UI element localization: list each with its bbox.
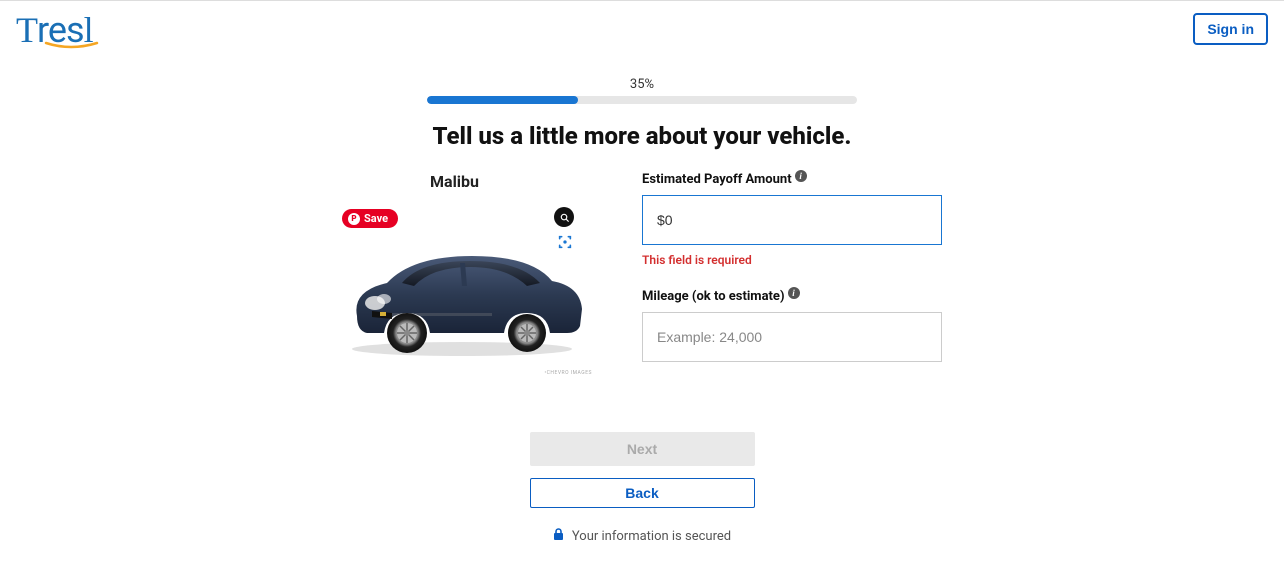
info-icon[interactable]: i	[788, 287, 800, 299]
lock-icon	[553, 528, 564, 545]
image-search-icon[interactable]	[554, 207, 574, 227]
image-watermark: •CHEVRO IMAGES	[544, 370, 592, 376]
main-content: 35% Tell us a little more about your veh…	[212, 77, 1072, 545]
signin-button[interactable]: Sign in	[1193, 13, 1268, 45]
page-heading: Tell us a little more about your vehicle…	[212, 122, 1072, 150]
vehicle-column: Malibu P Save	[342, 172, 592, 384]
mileage-input[interactable]	[642, 312, 942, 362]
vehicle-image	[332, 241, 592, 361]
secure-text: Your information is secured	[572, 529, 731, 544]
vehicle-name: Malibu	[430, 172, 592, 191]
nav-buttons: Next Back	[212, 432, 1072, 508]
progress-label: 35%	[212, 77, 1072, 92]
back-button[interactable]: Back	[530, 478, 755, 508]
next-button[interactable]: Next	[530, 432, 755, 466]
header: Tresl Sign in	[0, 0, 1284, 57]
vehicle-image-wrap: P Save	[342, 201, 592, 376]
progress-fill	[427, 96, 578, 104]
secure-row: Your information is secured	[212, 528, 1072, 545]
pinterest-icon: P	[348, 213, 360, 225]
mileage-field-block: Mileage (ok to estimate) i	[642, 289, 942, 362]
progress-bar	[427, 96, 857, 104]
payoff-error: This field is required	[642, 253, 942, 267]
save-label: Save	[364, 212, 388, 225]
payoff-label: Estimated Payoff Amount i	[642, 172, 942, 187]
payoff-input[interactable]	[642, 195, 942, 245]
form-column: Estimated Payoff Amount i This field is …	[642, 172, 942, 384]
mileage-label: Mileage (ok to estimate) i	[642, 289, 942, 304]
info-icon[interactable]: i	[795, 170, 807, 182]
payoff-field-block: Estimated Payoff Amount i This field is …	[642, 172, 942, 267]
pinterest-save-button[interactable]: P Save	[342, 209, 398, 228]
logo[interactable]: Tresl	[16, 9, 99, 49]
